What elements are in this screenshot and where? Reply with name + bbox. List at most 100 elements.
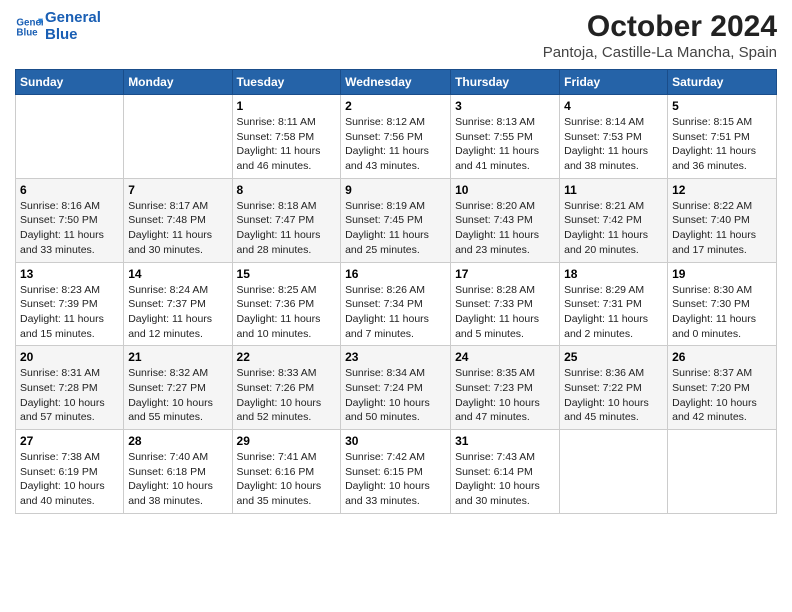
weekday-header-friday: Friday	[560, 70, 668, 95]
day-info: Sunrise: 8:31 AM Sunset: 7:28 PM Dayligh…	[20, 366, 119, 425]
calendar-cell: 20 Sunrise: 8:31 AM Sunset: 7:28 PM Dayli…	[16, 346, 124, 430]
day-number: 6	[20, 183, 119, 197]
calendar-cell: 23Sunrise: 8:34 AM Sunset: 7:24 PM Dayli…	[341, 346, 451, 430]
week-row-5: 27 Sunrise: 7:38 AM Sunset: 6:19 PM Dayli…	[16, 430, 777, 514]
calendar-cell: 14Sunrise: 8:24 AM Sunset: 7:37 PM Dayli…	[124, 262, 232, 346]
day-number: 24	[455, 350, 555, 364]
calendar-subtitle: Pantoja, Castille-La Mancha, Spain	[543, 44, 777, 61]
day-info: Sunrise: 8:21 AM Sunset: 7:42 PM Dayligh…	[564, 199, 663, 258]
day-info: Sunrise: 7:38 AM Sunset: 6:19 PM Dayligh…	[20, 450, 119, 509]
day-info: Sunrise: 8:15 AM Sunset: 7:51 PM Dayligh…	[672, 115, 772, 174]
calendar-cell: 11Sunrise: 8:21 AM Sunset: 7:42 PM Dayli…	[560, 178, 668, 262]
day-number: 25	[564, 350, 663, 364]
calendar-cell: 6 Sunrise: 8:16 AM Sunset: 7:50 PM Daylig…	[16, 178, 124, 262]
calendar-cell: 9 Sunrise: 8:19 AM Sunset: 7:45 PM Daylig…	[341, 178, 451, 262]
day-number: 2	[345, 99, 446, 113]
calendar-cell: 27 Sunrise: 7:38 AM Sunset: 6:19 PM Dayli…	[16, 430, 124, 514]
calendar-cell: 1Sunrise: 8:11 AM Sunset: 7:58 PM Daylig…	[232, 95, 341, 179]
calendar-cell	[668, 430, 777, 514]
weekday-header-row: SundayMondayTuesdayWednesdayThursdayFrid…	[16, 70, 777, 95]
day-number: 20	[20, 350, 119, 364]
calendar-cell: 24 Sunrise: 8:35 AM Sunset: 7:23 PM Dayli…	[451, 346, 560, 430]
day-number: 17	[455, 267, 555, 281]
weekday-header-monday: Monday	[124, 70, 232, 95]
calendar-cell: 30 Sunrise: 7:42 AM Sunset: 6:15 PM Dayli…	[341, 430, 451, 514]
calendar-title: October 2024	[543, 10, 777, 44]
day-info: Sunrise: 8:17 AM Sunset: 7:48 PM Dayligh…	[128, 199, 227, 258]
day-info: Sunrise: 7:40 AM Sunset: 6:18 PM Dayligh…	[128, 450, 227, 509]
day-number: 21	[128, 350, 227, 364]
day-info: Sunrise: 8:20 AM Sunset: 7:43 PM Dayligh…	[455, 199, 555, 258]
day-info: Sunrise: 8:14 AM Sunset: 7:53 PM Dayligh…	[564, 115, 663, 174]
day-number: 1	[237, 99, 337, 113]
day-info: Sunrise: 8:25 AM Sunset: 7:36 PM Dayligh…	[237, 283, 337, 342]
day-number: 29	[237, 434, 337, 448]
calendar-cell: 15 Sunrise: 8:25 AM Sunset: 7:36 PM Dayli…	[232, 262, 341, 346]
week-row-4: 20 Sunrise: 8:31 AM Sunset: 7:28 PM Dayli…	[16, 346, 777, 430]
day-number: 7	[128, 183, 227, 197]
calendar-cell	[16, 95, 124, 179]
calendar-cell: 7 Sunrise: 8:17 AM Sunset: 7:48 PM Daylig…	[124, 178, 232, 262]
day-number: 15	[237, 267, 337, 281]
weekday-header-wednesday: Wednesday	[341, 70, 451, 95]
day-info: Sunrise: 8:16 AM Sunset: 7:50 PM Dayligh…	[20, 199, 119, 258]
day-info: Sunrise: 7:43 AM Sunset: 6:14 PM Dayligh…	[455, 450, 555, 509]
day-number: 27	[20, 434, 119, 448]
svg-text:Blue: Blue	[16, 27, 38, 38]
day-number: 5	[672, 99, 772, 113]
day-info: Sunrise: 8:22 AM Sunset: 7:40 PM Dayligh…	[672, 199, 772, 258]
day-info: Sunrise: 8:37 AM Sunset: 7:20 PM Dayligh…	[672, 366, 772, 425]
calendar-cell: 10 Sunrise: 8:20 AM Sunset: 7:43 PM Dayli…	[451, 178, 560, 262]
day-number: 16	[345, 267, 446, 281]
day-number: 13	[20, 267, 119, 281]
calendar-cell: 12 Sunrise: 8:22 AM Sunset: 7:40 PM Dayli…	[668, 178, 777, 262]
day-info: Sunrise: 7:42 AM Sunset: 6:15 PM Dayligh…	[345, 450, 446, 509]
day-info: Sunrise: 8:29 AM Sunset: 7:31 PM Dayligh…	[564, 283, 663, 342]
week-row-1: 1Sunrise: 8:11 AM Sunset: 7:58 PM Daylig…	[16, 95, 777, 179]
day-info: Sunrise: 8:33 AM Sunset: 7:26 PM Dayligh…	[237, 366, 337, 425]
day-info: Sunrise: 8:19 AM Sunset: 7:45 PM Dayligh…	[345, 199, 446, 258]
weekday-header-sunday: Sunday	[16, 70, 124, 95]
day-number: 8	[237, 183, 337, 197]
calendar-table: SundayMondayTuesdayWednesdayThursdayFrid…	[15, 69, 777, 514]
calendar-cell: 25 Sunrise: 8:36 AM Sunset: 7:22 PM Dayli…	[560, 346, 668, 430]
calendar-cell: 8 Sunrise: 8:18 AM Sunset: 7:47 PM Daylig…	[232, 178, 341, 262]
day-number: 31	[455, 434, 555, 448]
title-block: October 2024 Pantoja, Castille-La Mancha…	[543, 10, 777, 61]
day-info: Sunrise: 8:23 AM Sunset: 7:39 PM Dayligh…	[20, 283, 119, 342]
day-number: 28	[128, 434, 227, 448]
logo-line2: Blue	[45, 27, 101, 44]
day-number: 12	[672, 183, 772, 197]
day-info: Sunrise: 8:26 AM Sunset: 7:34 PM Dayligh…	[345, 283, 446, 342]
day-info: Sunrise: 8:36 AM Sunset: 7:22 PM Dayligh…	[564, 366, 663, 425]
calendar-cell: 16 Sunrise: 8:26 AM Sunset: 7:34 PM Dayli…	[341, 262, 451, 346]
day-number: 22	[237, 350, 337, 364]
calendar-cell: 18Sunrise: 8:29 AM Sunset: 7:31 PM Dayli…	[560, 262, 668, 346]
day-info: Sunrise: 8:30 AM Sunset: 7:30 PM Dayligh…	[672, 283, 772, 342]
day-info: Sunrise: 8:18 AM Sunset: 7:47 PM Dayligh…	[237, 199, 337, 258]
calendar-cell: 29 Sunrise: 7:41 AM Sunset: 6:16 PM Dayli…	[232, 430, 341, 514]
calendar-cell: 5 Sunrise: 8:15 AM Sunset: 7:51 PM Daylig…	[668, 95, 777, 179]
day-info: Sunrise: 7:41 AM Sunset: 6:16 PM Dayligh…	[237, 450, 337, 509]
week-row-2: 6 Sunrise: 8:16 AM Sunset: 7:50 PM Daylig…	[16, 178, 777, 262]
weekday-header-saturday: Saturday	[668, 70, 777, 95]
calendar-cell: 22 Sunrise: 8:33 AM Sunset: 7:26 PM Dayli…	[232, 346, 341, 430]
day-number: 9	[345, 183, 446, 197]
calendar-body: 1Sunrise: 8:11 AM Sunset: 7:58 PM Daylig…	[16, 95, 777, 514]
day-info: Sunrise: 8:24 AM Sunset: 7:37 PM Dayligh…	[128, 283, 227, 342]
day-number: 10	[455, 183, 555, 197]
calendar-cell	[560, 430, 668, 514]
calendar-cell: 13 Sunrise: 8:23 AM Sunset: 7:39 PM Dayli…	[16, 262, 124, 346]
weekday-header-thursday: Thursday	[451, 70, 560, 95]
day-number: 4	[564, 99, 663, 113]
day-number: 30	[345, 434, 446, 448]
day-number: 26	[672, 350, 772, 364]
weekday-header-tuesday: Tuesday	[232, 70, 341, 95]
day-number: 23	[345, 350, 446, 364]
day-info: Sunrise: 8:12 AM Sunset: 7:56 PM Dayligh…	[345, 115, 446, 174]
calendar-cell: 19Sunrise: 8:30 AM Sunset: 7:30 PM Dayli…	[668, 262, 777, 346]
day-info: Sunrise: 8:35 AM Sunset: 7:23 PM Dayligh…	[455, 366, 555, 425]
week-row-3: 13 Sunrise: 8:23 AM Sunset: 7:39 PM Dayli…	[16, 262, 777, 346]
logo: General Blue General Blue	[15, 10, 101, 43]
calendar-cell: 28 Sunrise: 7:40 AM Sunset: 6:18 PM Dayli…	[124, 430, 232, 514]
